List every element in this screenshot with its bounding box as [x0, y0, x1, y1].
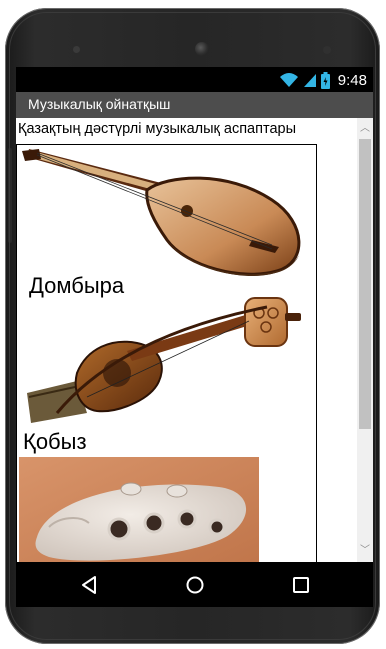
speaker-dot — [73, 46, 80, 53]
wifi-icon — [279, 73, 298, 87]
screen: 9:48 Музыкалық ойнатқыш Қазақтың дәстүрл… — [16, 67, 373, 562]
instrument-name-kobyz: Қобыз — [23, 429, 87, 454]
scrollbar-thumb[interactable] — [359, 139, 371, 429]
content-area[interactable]: Қазақтың дәстүрлі музыкалық аспаптары До… — [16, 118, 373, 562]
home-button[interactable] — [180, 570, 210, 600]
instrument-gallery: Домбыра Қобыз — [16, 144, 317, 562]
dombra-image[interactable] — [17, 145, 316, 280]
volume-button[interactable] — [8, 148, 12, 243]
status-bar: 9:48 — [16, 67, 373, 92]
navigation-bar — [16, 562, 373, 607]
battery-icon — [320, 71, 330, 89]
app-title-bar: Музыкалық ойнатқыш — [16, 92, 373, 118]
recents-button[interactable] — [286, 570, 316, 600]
back-icon — [82, 576, 96, 594]
front-camera — [195, 42, 209, 56]
kobyz-image[interactable] — [17, 293, 316, 433]
sazsyrnai-image[interactable] — [19, 457, 259, 562]
clock: 9:48 — [337, 71, 367, 89]
proximity-sensor — [323, 46, 331, 54]
home-icon — [186, 576, 204, 594]
scroll-down-icon[interactable]: ﹀ — [359, 544, 371, 558]
status-icons: 9:48 — [279, 70, 367, 90]
scroll-up-icon[interactable]: ︿ — [359, 122, 371, 136]
page-heading: Қазақтың дәстүрлі музыкалық аспаптары — [18, 121, 296, 137]
back-button[interactable] — [74, 570, 104, 600]
recents-icon — [293, 577, 309, 593]
signal-icon — [303, 74, 316, 87]
app-title: Музыкалық ойнатқыш — [28, 96, 171, 112]
